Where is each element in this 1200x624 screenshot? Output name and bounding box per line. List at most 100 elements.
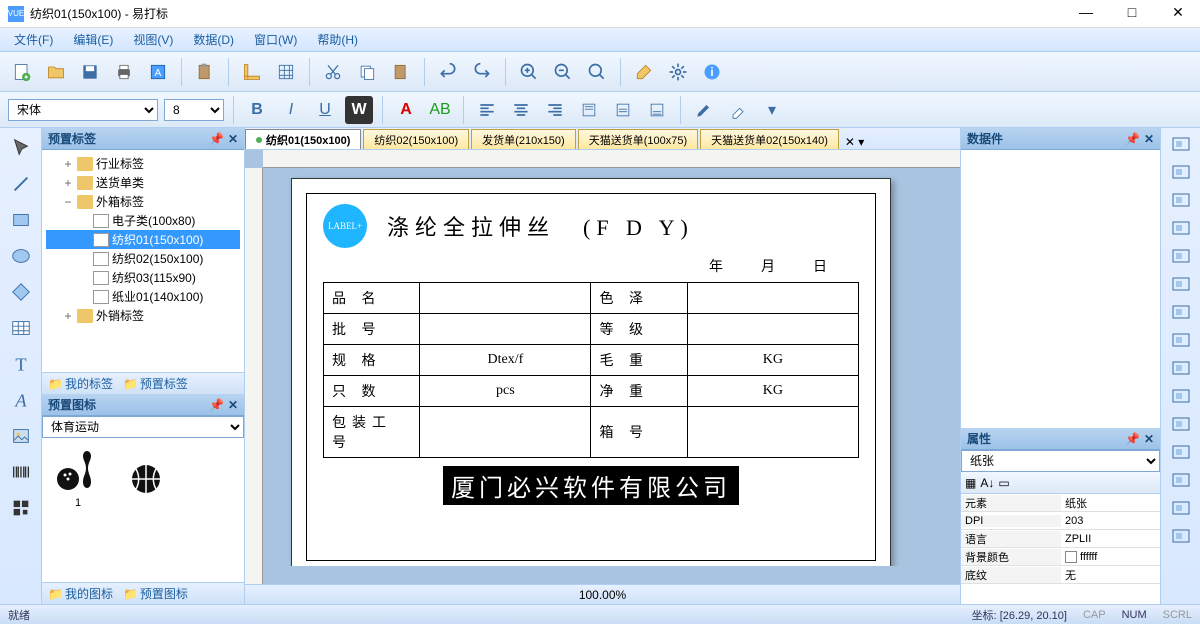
tab[interactable]: 纺织01(150x100): [245, 129, 361, 149]
tree-item[interactable]: −外箱标签: [46, 192, 240, 211]
art-text-tool[interactable]: A: [5, 384, 37, 416]
pointer-tool[interactable]: [5, 132, 37, 164]
pin-icon[interactable]: 📌: [209, 132, 224, 146]
panel-close-icon[interactable]: ✕: [228, 398, 238, 412]
minimize-button[interactable]: —: [1072, 4, 1100, 24]
highlight-button[interactable]: AB: [426, 96, 454, 124]
underline-button[interactable]: U: [311, 96, 339, 124]
same-width-button[interactable]: [1166, 356, 1196, 380]
print-button[interactable]: [110, 58, 138, 86]
paste-2-button[interactable]: [387, 58, 415, 86]
valign-bot-button[interactable]: [643, 96, 671, 124]
gallery-item-bowling[interactable]: 1: [48, 444, 108, 576]
property-grid[interactable]: 元素纸张DPI203语言ZPLII背景颜色ffffff底纹无: [961, 494, 1160, 604]
zoom-out-button[interactable]: [549, 58, 577, 86]
align-top-button[interactable]: [1166, 216, 1196, 240]
zoom-fit-button[interactable]: [583, 58, 611, 86]
clean-button[interactable]: [630, 58, 658, 86]
close-button[interactable]: ✕: [1164, 4, 1192, 24]
align-bottom-button[interactable]: [1166, 272, 1196, 296]
panel-close-icon[interactable]: ✕: [1144, 432, 1154, 446]
font-color-button[interactable]: A: [392, 96, 420, 124]
label-page[interactable]: LABEL+ 涤纶全拉伸丝 (F D Y) 年 月 日 品 名色 泽批 号等 级…: [291, 178, 891, 566]
tab[interactable]: 发货单(210x150): [471, 129, 576, 149]
undo-button[interactable]: [434, 58, 462, 86]
inverse-button[interactable]: W: [345, 96, 373, 124]
send-back-button[interactable]: [1166, 524, 1196, 548]
menu-编辑(E)[interactable]: 编辑(E): [69, 29, 117, 50]
sort-icon[interactable]: A↓: [980, 476, 994, 490]
valign-top-button[interactable]: [575, 96, 603, 124]
pin-icon[interactable]: 📌: [1125, 132, 1140, 146]
eraser-button[interactable]: [724, 96, 752, 124]
new-button[interactable]: [8, 58, 36, 86]
align-center-h-button[interactable]: [1166, 160, 1196, 184]
label-logo[interactable]: LABEL+: [323, 204, 367, 248]
same-size-button[interactable]: [1166, 412, 1196, 436]
my-icons-link[interactable]: 📁我的图标: [48, 585, 113, 602]
menu-文件(F)[interactable]: 文件(F): [10, 29, 57, 50]
pin-icon[interactable]: 📌: [209, 398, 224, 412]
pen-button[interactable]: [690, 96, 718, 124]
valign-mid-button[interactable]: [609, 96, 637, 124]
prop-row[interactable]: 语言ZPLII: [961, 530, 1160, 548]
menu-视图(V)[interactable]: 视图(V): [129, 29, 177, 50]
font-name-select[interactable]: 宋体: [8, 99, 158, 121]
maximize-button[interactable]: □: [1118, 4, 1146, 24]
copy-button[interactable]: [353, 58, 381, 86]
dist-v-button[interactable]: [1166, 328, 1196, 352]
gallery-item-basketball[interactable]: [116, 444, 176, 576]
icon-category-select[interactable]: 体育运动: [42, 416, 244, 438]
barcode-tool[interactable]: [5, 456, 37, 488]
rect-tool[interactable]: [5, 204, 37, 236]
align-center-button[interactable]: [507, 96, 535, 124]
ruler-button[interactable]: [238, 58, 266, 86]
props-element-select[interactable]: 纸张: [961, 450, 1160, 472]
tab[interactable]: 纺织02(150x100): [363, 129, 469, 149]
align-right-button[interactable]: [541, 96, 569, 124]
prop-row[interactable]: 元素纸张: [961, 494, 1160, 512]
tree-item[interactable]: 纸业01(140x100): [46, 287, 240, 306]
tree-item[interactable]: 纺织01(150x100): [46, 230, 240, 249]
tree-item[interactable]: 纺织02(150x100): [46, 249, 240, 268]
preset-labels-link[interactable]: 📁预置标签: [123, 375, 188, 392]
paste-button[interactable]: [191, 58, 219, 86]
table-tool[interactable]: [5, 312, 37, 344]
cut-button[interactable]: [319, 58, 347, 86]
menu-帮助(H)[interactable]: 帮助(H): [313, 29, 362, 50]
label-table[interactable]: 品 名色 泽批 号等 级规 格Dtex/f毛 重KG只 数pcs净 重KG包装工…: [323, 282, 859, 458]
same-height-button[interactable]: [1166, 384, 1196, 408]
tree-item[interactable]: 纺织03(115x90): [46, 268, 240, 287]
align-right-button[interactable]: [1166, 188, 1196, 212]
select-all-button[interactable]: A: [144, 58, 172, 86]
tab[interactable]: 天猫送货单02(150x140): [700, 129, 839, 149]
bring-front-button[interactable]: [1166, 496, 1196, 520]
diamond-tool[interactable]: [5, 276, 37, 308]
save-button[interactable]: [76, 58, 104, 86]
data-grid[interactable]: [961, 150, 1160, 428]
qrcode-tool[interactable]: [5, 492, 37, 524]
tab[interactable]: 天猫送货单(100x75): [578, 129, 698, 149]
menu-数据(D)[interactable]: 数据(D): [189, 29, 238, 50]
label-tree[interactable]: +行业标签+送货单类−外箱标签电子类(100x80)纺织01(150x100)纺…: [42, 150, 244, 329]
my-labels-link[interactable]: 📁我的标签: [48, 375, 113, 392]
open-button[interactable]: [42, 58, 70, 86]
label-company[interactable]: 厦门必兴软件有限公司: [443, 466, 739, 505]
redo-button[interactable]: [468, 58, 496, 86]
prop-row[interactable]: DPI203: [961, 512, 1160, 530]
dist-h-button[interactable]: [1166, 300, 1196, 324]
align-center-v-button[interactable]: [1166, 244, 1196, 268]
group-button[interactable]: [1166, 440, 1196, 464]
bold-button[interactable]: B: [243, 96, 271, 124]
settings-button[interactable]: [664, 58, 692, 86]
categorized-icon[interactable]: ▦: [965, 476, 976, 490]
italic-button[interactable]: I: [277, 96, 305, 124]
tree-item[interactable]: 电子类(100x80): [46, 211, 240, 230]
menu-窗口(W)[interactable]: 窗口(W): [250, 29, 301, 50]
preset-icons-link[interactable]: 📁预置图标: [123, 585, 188, 602]
pin-icon[interactable]: 📌: [1125, 432, 1140, 446]
panel-close-icon[interactable]: ✕: [228, 132, 238, 146]
line-tool[interactable]: [5, 168, 37, 200]
align-left-button[interactable]: [1166, 132, 1196, 156]
ungroup-button[interactable]: [1166, 468, 1196, 492]
